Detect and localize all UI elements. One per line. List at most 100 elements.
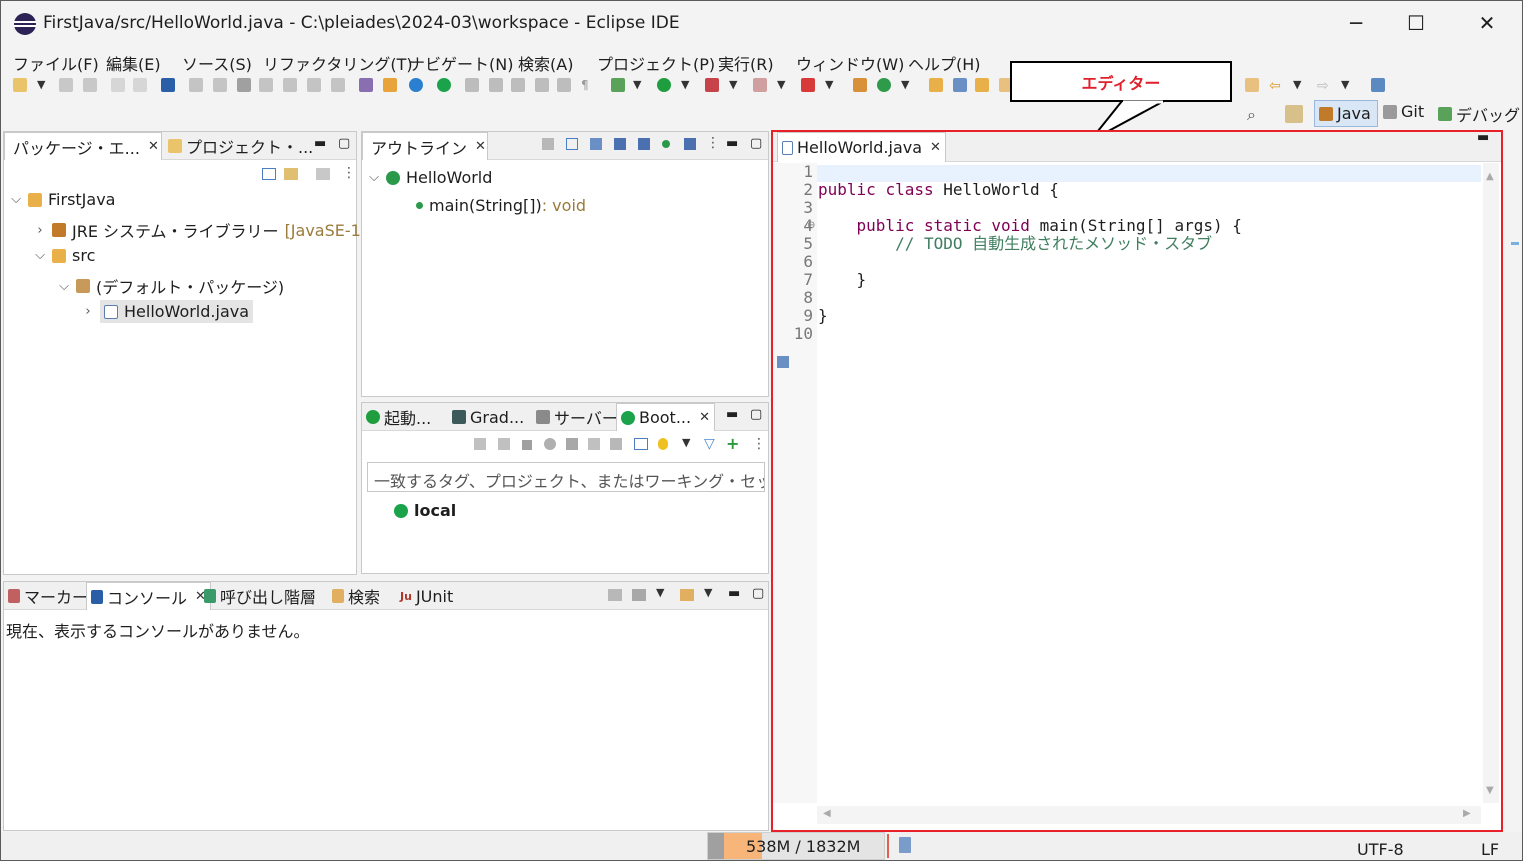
open-perspective-icon[interactable]	[1371, 78, 1385, 92]
ant-icon[interactable]	[383, 78, 397, 92]
chevron-right-icon[interactable]: ›	[82, 304, 94, 319]
boot-item-local[interactable]: local	[394, 501, 456, 520]
open-type-icon[interactable]	[929, 78, 943, 92]
forward-dropdown-icon[interactable]: ▼	[1341, 78, 1355, 92]
hide-local-icon[interactable]	[684, 138, 696, 150]
perspective-java[interactable]: Java	[1314, 100, 1378, 127]
step-return-icon[interactable]	[331, 78, 345, 92]
run-dropdown-icon[interactable]: ▼	[681, 78, 695, 92]
properties-icon[interactable]	[634, 438, 648, 450]
external-tools-dropdown-icon[interactable]: ▼	[825, 78, 839, 92]
forward-icon[interactable]: ⇨	[1317, 78, 1331, 94]
hide-nonpublic-icon[interactable]	[662, 140, 670, 148]
pen-icon[interactable]	[489, 78, 503, 92]
tab-outline[interactable]: アウトライン ✕	[362, 132, 488, 160]
search-type-icon[interactable]	[465, 78, 479, 92]
boot-dashboard-icon[interactable]	[437, 78, 451, 92]
tab-gradle[interactable]: Grad...	[448, 403, 528, 431]
pin-console-icon[interactable]	[608, 589, 622, 601]
tab-console[interactable]: コンソール ✕	[86, 582, 211, 610]
run-icon[interactable]	[657, 78, 671, 92]
minimize-button[interactable]: ─	[1326, 7, 1386, 39]
open-console-icon[interactable]	[680, 589, 694, 601]
tree-jre[interactable]: › JRE システム・ライブラリー [JavaSE-17]	[34, 218, 377, 242]
maximize-icon[interactable]: ▢	[750, 407, 762, 422]
new-java-project-icon[interactable]	[853, 78, 867, 92]
step-into-icon[interactable]	[283, 78, 297, 92]
perspective-debug[interactable]: デバッグ	[1438, 102, 1520, 126]
tab-project-explorer[interactable]: プロジェクト・...	[164, 132, 317, 160]
heap-status[interactable]: 538M / 1832M	[707, 832, 885, 860]
tab-junit[interactable]: Ju JUnit	[396, 582, 457, 610]
maximize-button[interactable]: ☐	[1386, 7, 1446, 39]
chevron-down-icon[interactable]: ⌵	[368, 170, 380, 185]
line-ending-label[interactable]: LF	[1481, 840, 1499, 859]
new-dropdown-icon[interactable]: ▼	[37, 78, 51, 92]
lightbulb-dropdown-icon[interactable]: ▼	[682, 436, 690, 449]
new-class-dropdown-icon[interactable]: ▼	[901, 78, 915, 92]
debug-step-icon[interactable]	[511, 78, 525, 92]
add-icon[interactable]: +	[726, 434, 739, 453]
tab-server[interactable]: サーバー	[532, 403, 622, 431]
debug-start-icon[interactable]	[498, 438, 510, 450]
close-icon[interactable]: ✕	[699, 410, 710, 425]
new-class-icon[interactable]	[877, 78, 891, 92]
overview-marker[interactable]	[1511, 242, 1519, 245]
tab-launch[interactable]: 起動...	[362, 403, 435, 431]
collapse-icon[interactable]	[542, 138, 554, 150]
menu-help[interactable]: ヘルプ(H)	[908, 51, 981, 75]
coverage-icon[interactable]	[705, 78, 719, 92]
undo-icon[interactable]	[111, 78, 125, 92]
debug-dropdown-icon[interactable]: ▼	[633, 78, 647, 92]
stop-icon[interactable]	[753, 78, 767, 92]
perspective-git[interactable]: Git	[1383, 102, 1424, 121]
menu-edit[interactable]: 編集(E)	[106, 51, 161, 75]
menu-source[interactable]: ソース(S)	[182, 51, 252, 75]
maximize-icon[interactable]: ▢	[750, 136, 762, 151]
chevron-down-icon[interactable]: ⌵	[34, 248, 46, 263]
maximize-icon[interactable]: ▢	[338, 136, 350, 151]
minimize-icon[interactable]: ▬	[314, 136, 326, 151]
clipboard-icon[interactable]	[557, 78, 571, 92]
open-browser-icon[interactable]	[544, 438, 556, 450]
boot-filter-input[interactable]: 一致するタグ、プロジェクト、またはワーキング・セット名を入	[367, 462, 765, 492]
menu-run[interactable]: 実行(R)	[718, 51, 774, 75]
back-icon[interactable]: ⇦	[1269, 78, 1283, 94]
tree-src[interactable]: ⌵ src	[34, 246, 95, 265]
open-console-icon[interactable]	[566, 438, 578, 450]
tab-boot-dashboard[interactable]: Boot... ✕	[616, 403, 715, 431]
pilcrow-icon[interactable]: ¶	[581, 78, 595, 92]
redo-icon[interactable]	[133, 78, 147, 92]
minimize-icon[interactable]: ▬	[726, 407, 738, 422]
back-dropdown-icon[interactable]: ▼	[1293, 78, 1307, 92]
coverage-dropdown-icon[interactable]: ▼	[729, 78, 743, 92]
suspend-icon[interactable]	[213, 78, 227, 92]
chevron-down-icon[interactable]: ⌵	[10, 192, 22, 207]
save-all-icon[interactable]	[83, 78, 97, 92]
task-icon[interactable]	[359, 78, 373, 92]
lightbulb-icon[interactable]	[658, 438, 668, 450]
chevron-down-icon[interactable]: ⌵	[58, 279, 70, 294]
start-icon[interactable]	[474, 438, 486, 450]
open-task-icon[interactable]	[953, 78, 967, 92]
tab-package-explorer[interactable]: パッケージ・エ... ✕	[4, 132, 162, 160]
sort-icon[interactable]	[590, 138, 602, 150]
terminate-icon[interactable]	[237, 78, 251, 92]
link-icon[interactable]	[588, 438, 600, 450]
open-perspective-button-icon[interactable]	[1285, 105, 1303, 123]
stop-dropdown-icon[interactable]: ▼	[777, 78, 791, 92]
view-menu-icon[interactable]: ⋮	[706, 135, 720, 151]
expand-icon[interactable]	[566, 138, 578, 150]
tab-call-hierarchy[interactable]: 呼び出し階層	[200, 582, 320, 610]
open-console-dropdown-icon[interactable]: ▼	[704, 586, 712, 599]
stop-icon[interactable]	[522, 440, 532, 450]
hide-fields-icon[interactable]	[614, 138, 626, 150]
next-annotation-icon[interactable]	[1245, 78, 1259, 92]
tab-search[interactable]: 検索	[328, 582, 384, 610]
step-over-icon[interactable]	[307, 78, 321, 92]
tab-markers[interactable]: マーカー	[4, 582, 92, 610]
menu-file[interactable]: ファイル(F)	[13, 51, 99, 75]
close-icon[interactable]: ✕	[475, 139, 486, 154]
search-icon[interactable]: ⌕	[1247, 105, 1263, 124]
filter-icon[interactable]: ▽	[704, 436, 715, 452]
